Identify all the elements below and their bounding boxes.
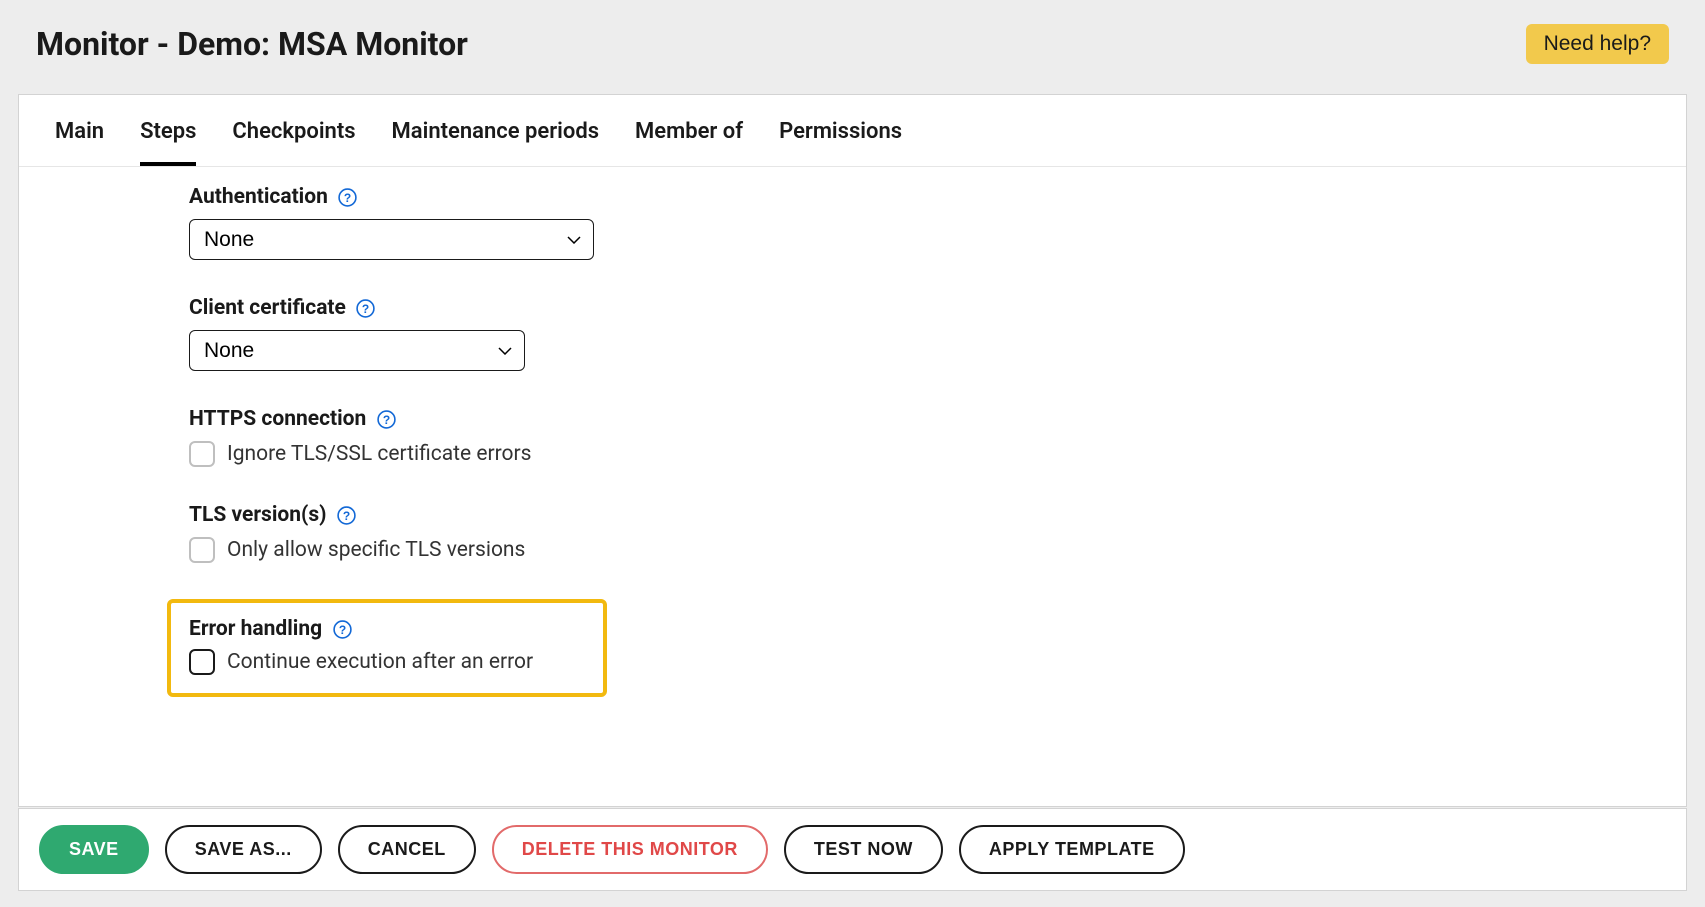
help-icon[interactable]: ? xyxy=(338,187,358,207)
apply-template-button[interactable]: APPLY TEMPLATE xyxy=(959,825,1185,874)
save-button[interactable]: SAVE xyxy=(39,825,149,874)
https-connection-heading: HTTPS connection ? xyxy=(189,407,1650,431)
field-client-certificate: Client certificate ? None xyxy=(189,296,1650,371)
svg-text:?: ? xyxy=(338,623,345,637)
tls-versions-check-row: Only allow specific TLS versions xyxy=(189,537,1650,563)
help-icon[interactable]: ? xyxy=(376,409,396,429)
client-certificate-select[interactable]: None xyxy=(189,330,525,371)
allow-specific-tls-checkbox[interactable] xyxy=(189,537,215,563)
tls-versions-heading: TLS version(s) ? xyxy=(189,503,1650,527)
svg-text:?: ? xyxy=(344,191,351,205)
tab-checkpoints[interactable]: Checkpoints xyxy=(232,119,355,166)
field-https-connection: HTTPS connection ? Ignore TLS/SSL certif… xyxy=(189,407,1650,467)
tabs-bar: Main Steps Checkpoints Maintenance perio… xyxy=(19,95,1686,167)
tls-versions-label: TLS version(s) xyxy=(189,503,327,527)
svg-text:?: ? xyxy=(362,302,369,316)
error-handling-check-row: Continue execution after an error xyxy=(189,649,579,675)
field-tls-versions: TLS version(s) ? Only allow specific TLS… xyxy=(189,503,1650,563)
error-handling-label: Error handling xyxy=(189,617,322,641)
tab-steps[interactable]: Steps xyxy=(140,119,196,166)
cancel-button[interactable]: CANCEL xyxy=(338,825,476,874)
tab-maintenance-periods[interactable]: Maintenance periods xyxy=(392,119,599,166)
ignore-tls-errors-label: Ignore TLS/SSL certificate errors xyxy=(227,442,531,466)
footer-bar: SAVE SAVE AS... CANCEL DELETE THIS MONIT… xyxy=(18,808,1687,891)
field-authentication: Authentication ? None xyxy=(189,185,1650,260)
test-now-button[interactable]: TEST NOW xyxy=(784,825,943,874)
client-certificate-heading: Client certificate ? xyxy=(189,296,1650,320)
authentication-heading: Authentication ? xyxy=(189,185,1650,209)
page-header: Monitor - Demo: MSA Monitor Need help? xyxy=(0,0,1705,88)
ignore-tls-errors-checkbox[interactable] xyxy=(189,441,215,467)
error-handling-heading: Error handling ? xyxy=(189,617,579,641)
https-connection-label: HTTPS connection xyxy=(189,407,366,431)
help-icon[interactable]: ? xyxy=(332,619,352,639)
continue-after-error-label: Continue execution after an error xyxy=(227,650,533,674)
https-connection-check-row: Ignore TLS/SSL certificate errors xyxy=(189,441,1650,467)
help-icon[interactable]: ? xyxy=(356,298,376,318)
continue-after-error-checkbox[interactable] xyxy=(189,649,215,675)
tab-main[interactable]: Main xyxy=(55,119,104,166)
authentication-select[interactable]: None xyxy=(189,219,594,260)
delete-monitor-button[interactable]: DELETE THIS MONITOR xyxy=(492,825,768,874)
save-as-button[interactable]: SAVE AS... xyxy=(165,825,322,874)
error-handling-highlight: Error handling ? Continue execution afte… xyxy=(167,599,607,697)
tab-permissions[interactable]: Permissions xyxy=(779,119,902,166)
svg-text:?: ? xyxy=(343,509,350,523)
content-panel: Main Steps Checkpoints Maintenance perio… xyxy=(18,94,1687,807)
need-help-button[interactable]: Need help? xyxy=(1526,24,1669,64)
help-icon[interactable]: ? xyxy=(337,505,357,525)
svg-text:?: ? xyxy=(383,413,390,427)
tab-member-of[interactable]: Member of xyxy=(635,119,743,166)
allow-specific-tls-label: Only allow specific TLS versions xyxy=(227,538,525,562)
tab-body: Authentication ? None Client certificate… xyxy=(19,167,1686,737)
authentication-label: Authentication xyxy=(189,185,328,209)
page-title: Monitor - Demo: MSA Monitor xyxy=(36,25,468,63)
client-certificate-label: Client certificate xyxy=(189,296,346,320)
